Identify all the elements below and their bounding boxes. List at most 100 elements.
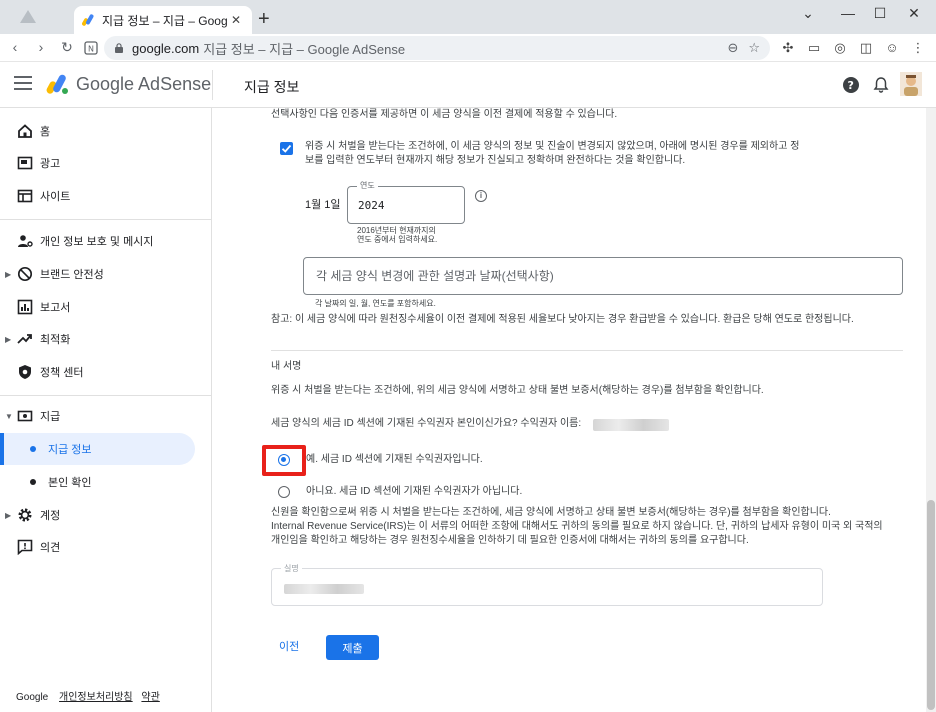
radio-no[interactable] <box>278 486 290 498</box>
radio-yes[interactable] <box>278 454 290 466</box>
block-icon <box>17 266 33 282</box>
sidebar-item-brand-safety[interactable]: ▶ 브랜드 안전성 <box>0 258 212 290</box>
year-field-label: 연도 <box>357 180 378 191</box>
caret-down-icon: ▼ <box>5 411 13 421</box>
nav-dot-icon <box>30 479 36 485</box>
menu-icon[interactable] <box>14 76 32 90</box>
browser-toolbar: ‹ › ↻ N google.com 지급 정보 – 지급 – Google A… <box>0 34 936 62</box>
sidebar-item-verification[interactable]: 본인 확인 <box>0 466 212 498</box>
previous-button[interactable]: 이전 <box>279 638 299 654</box>
tab-close-icon[interactable]: ✕ <box>228 13 244 27</box>
info-icon[interactable]: i <box>475 190 487 202</box>
cast-icon[interactable]: ▭ <box>806 41 822 55</box>
sidebar-item-label: 광고 <box>40 158 61 170</box>
radio-yes-label[interactable]: 예. 세금 ID 섹션에 기재된 수익권자입니다. <box>306 453 483 467</box>
tab-adsense[interactable]: 지급 정보 – 지급 – Google AdSense ✕ <box>74 6 252 34</box>
zoom-icon[interactable]: ⊖ <box>727 40 738 56</box>
sidebar-item-reports[interactable]: 보고서 <box>0 291 212 323</box>
bookmark-star-icon[interactable]: ☆ <box>748 40 760 56</box>
tabs-menu-icon[interactable]: ⌄ <box>796 5 820 22</box>
sidebar-item-label: 의견 <box>40 542 61 554</box>
sidebar-item-label: 브랜드 안전성 <box>40 269 104 281</box>
browser-menu-icon[interactable]: ⋮ <box>910 41 926 55</box>
signature-field[interactable]: 실명 <box>271 563 823 606</box>
sidepanel-icon[interactable]: ◫ <box>858 41 874 55</box>
certify-checkbox[interactable] <box>280 142 293 155</box>
year-input[interactable] <box>358 199 448 212</box>
page-title: 지급 정보 <box>244 79 300 95</box>
radio-no-label[interactable]: 아니요. 세금 ID 섹션에 기재된 수익권자가 아닙니다. <box>306 485 522 499</box>
sidebar-item-sites[interactable]: 사이트 <box>0 180 212 212</box>
adsense-favicon-icon <box>82 14 94 26</box>
header-divider <box>212 70 213 100</box>
sidebar-footer: Google 개인정보처리방침 약관 <box>16 688 160 703</box>
forward-button[interactable]: › <box>32 39 50 55</box>
sidebar-item-privacy[interactable]: 개인 정보 보호 및 메시지 <box>0 225 212 257</box>
date-label: 1월 1일 <box>305 199 341 211</box>
sidebar-item-account[interactable]: ▶ 계정 <box>0 499 212 531</box>
adsense-logo-icon <box>46 74 68 94</box>
sidebar-item-payment-info[interactable]: 지급 정보 <box>0 433 195 465</box>
scrollbar-thumb[interactable] <box>927 500 935 710</box>
signature-heading: 내 서명 <box>271 361 302 372</box>
back-button[interactable]: ‹ <box>6 39 24 55</box>
terms-link[interactable]: 약관 <box>141 692 159 703</box>
help-icon[interactable]: ? <box>842 76 860 94</box>
section-divider <box>271 350 903 351</box>
intro-text: 선택사항인 다음 인증서를 제공하면 이 세금 양식을 이전 결제에 적용할 수… <box>271 109 618 120</box>
year-field[interactable]: 연도 <box>347 180 465 224</box>
refund-note: 참고: 이 세금 양식에 따라 원천징수세율이 이전 결제에 적용된 세율보다 … <box>271 314 854 325</box>
screenshot-icon[interactable]: ◎ <box>832 41 848 55</box>
sidebar: 홈 광고 사이트 개인 정보 보호 및 메시지 ▶ 브랜드 안전성 보고서 ▶ … <box>0 108 212 712</box>
brand-name: Google AdSense <box>76 74 212 94</box>
minimize-button[interactable]: — <box>836 5 860 21</box>
caret-right-icon: ▶ <box>5 269 12 279</box>
caret-right-icon: ▶ <box>5 334 12 344</box>
submit-button[interactable]: 제출 <box>326 635 379 660</box>
maximize-button[interactable]: ☐ <box>868 5 892 22</box>
ads-icon <box>17 156 33 170</box>
nav-dot-icon <box>30 446 36 452</box>
browser-tabstrip: 지급 정보 – 지급 – Google AdSense ✕ + ⌄ — ☐ ✕ <box>0 0 936 34</box>
sidebar-item-payments[interactable]: ▼ 지급 <box>0 400 212 432</box>
sidebar-item-optimization[interactable]: ▶ 최적화 <box>0 323 212 355</box>
sidebar-item-ads[interactable]: 광고 <box>0 147 212 179</box>
sidebar-item-label: 보고서 <box>40 302 71 314</box>
trending-icon <box>17 334 32 344</box>
reload-button[interactable]: ↻ <box>58 39 76 56</box>
sidebar-item-feedback[interactable]: 의견 <box>0 531 212 563</box>
checkbox-text-line1: 위증 시 처벌을 받는다는 조건하에, 이 세금 양식의 정보 및 진술이 변경… <box>305 141 800 152</box>
year-hint-line2: 연도 중에서 입력하세요. <box>357 235 438 244</box>
profile-icon[interactable]: ☺ <box>884 41 900 55</box>
site-info-icon[interactable]: N <box>84 41 98 55</box>
perjury-text: 위증 시 처벌을 받는다는 조건하에, 위의 세금 양식에 서명하고 상태 불변… <box>271 385 764 396</box>
address-bar[interactable]: google.com 지급 정보 – 지급 – Google AdSense ⊖… <box>104 36 770 60</box>
new-tab-button[interactable]: + <box>258 8 270 30</box>
sidebar-item-policy[interactable]: 정책 센터 <box>0 356 212 388</box>
sidebar-item-label: 개인 정보 보호 및 메시지 <box>40 236 154 248</box>
sidebar-item-label: 홈 <box>40 126 51 138</box>
sidebar-item-home[interactable]: 홈 <box>0 115 212 147</box>
close-window-button[interactable]: ✕ <box>902 5 926 22</box>
consent-line3: 개인임을 확인하고 해당하는 경우 원천징수세율을 인하하기 데 필요한 인증서… <box>271 535 749 546</box>
description-input[interactable] <box>316 269 886 283</box>
tab-title: 지급 정보 – 지급 – Google AdSense <box>102 13 228 28</box>
bell-icon[interactable] <box>872 76 890 94</box>
sidebar-item-label: 본인 확인 <box>48 477 92 489</box>
avatar[interactable] <box>900 72 922 96</box>
sidebar-item-label: 지급 <box>40 411 61 423</box>
browser-logo-icon <box>20 10 36 23</box>
svg-text:N: N <box>88 45 94 54</box>
beneficiary-question: 세금 양식의 세금 ID 섹션에 기재된 수익권자 본인이신가요? 수익권자 이… <box>271 418 582 429</box>
page-scrollbar[interactable] <box>926 108 936 712</box>
extensions-icon[interactable]: ✣ <box>780 41 796 55</box>
description-hint: 각 날짜의 일, 월, 연도를 포함하세요. <box>315 299 436 308</box>
gear-icon <box>18 508 32 522</box>
url-path: 지급 정보 – 지급 – Google AdSense <box>203 41 406 57</box>
description-field[interactable] <box>303 257 903 295</box>
privacy-policy-link[interactable]: 개인정보처리방침 <box>59 692 133 703</box>
checkbox-text-line2: 보를 입력한 연도부터 현재까지 해당 정보가 진실되고 정확하며 완전하다는 … <box>305 155 686 166</box>
sites-icon <box>17 189 33 203</box>
report-icon <box>17 299 33 315</box>
app-header: Google AdSense 지급 정보 ? <box>0 62 936 108</box>
